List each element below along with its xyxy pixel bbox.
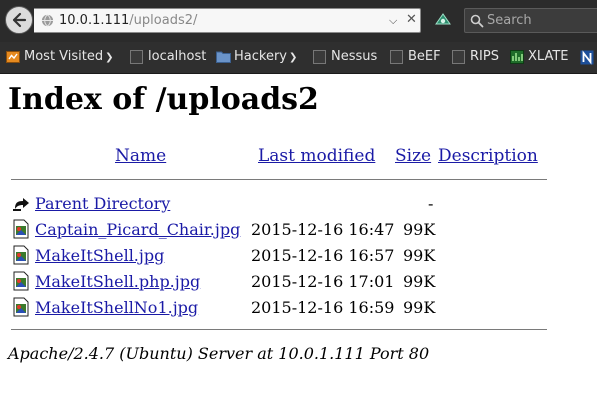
folder-icon bbox=[216, 51, 231, 63]
most-visited-icon bbox=[6, 51, 20, 63]
back-folder-icon bbox=[13, 198, 29, 211]
browser-toolbar: 10.0.1.111/uploads2/ ⌵ ✕ bbox=[0, 0, 597, 42]
file-link[interactable]: Captain_Picard_Chair.jpg bbox=[35, 220, 240, 239]
back-arrow-icon bbox=[12, 12, 27, 28]
url-history-dropdown-icon[interactable]: ⌵ bbox=[389, 14, 397, 28]
clear-url-icon[interactable]: ✕ bbox=[406, 12, 417, 27]
image-file-icon bbox=[13, 219, 29, 239]
file-size: 99K bbox=[403, 220, 436, 239]
url-text[interactable]: 10.0.1.111/uploads2/ bbox=[59, 13, 197, 28]
file-link[interactable]: MakeItShell.jpg bbox=[35, 246, 164, 265]
back-button[interactable] bbox=[5, 6, 33, 34]
image-file-icon bbox=[13, 245, 29, 265]
globe-icon bbox=[41, 14, 54, 27]
parent-size: - bbox=[428, 194, 434, 213]
bookmark-label: Most Visited bbox=[24, 49, 104, 64]
page-icon bbox=[313, 50, 326, 64]
file-size: 99K bbox=[403, 246, 436, 265]
page-icon bbox=[452, 50, 465, 64]
overflow-bookmark-icon[interactable] bbox=[580, 50, 594, 65]
file-size: 99K bbox=[403, 298, 436, 317]
sort-by-last-modified-link[interactable]: Last modified bbox=[258, 146, 375, 166]
file-link[interactable]: MakeItShellNo1.jpg bbox=[35, 298, 198, 317]
search-icon bbox=[470, 14, 484, 28]
chevron-down-icon: ❯ bbox=[105, 52, 114, 63]
chevron-down-icon: ❯ bbox=[289, 52, 298, 63]
bookmarks-toolbar: Most Visited ❯ localhost Hackery ❯ Nessus … bbox=[0, 42, 597, 74]
bookmark-label: Hackery bbox=[234, 49, 287, 64]
file-modified: 2015-12-16 16:57 bbox=[251, 246, 395, 265]
footer-divider bbox=[11, 329, 547, 330]
page-icon bbox=[130, 50, 143, 64]
sort-by-description-link[interactable]: Description bbox=[438, 146, 538, 166]
xlate-icon bbox=[510, 50, 524, 64]
bookmark-label: localhost bbox=[148, 49, 207, 64]
page-content: Index of /uploads2 Name Last modified Si… bbox=[0, 74, 597, 413]
search-box[interactable] bbox=[464, 8, 597, 33]
bookmark-label: BeEF bbox=[408, 49, 441, 64]
sort-by-name-link[interactable]: Name bbox=[115, 146, 166, 166]
url-host: 10.0.1.111 bbox=[59, 13, 130, 28]
bookmark-label: RIPS bbox=[470, 49, 499, 64]
search-input[interactable] bbox=[487, 12, 597, 29]
sort-by-size-link[interactable]: Size bbox=[395, 146, 431, 166]
extension-icon[interactable] bbox=[433, 10, 453, 30]
image-file-icon bbox=[13, 297, 29, 317]
file-modified: 2015-12-16 16:59 bbox=[251, 298, 395, 317]
file-modified: 2015-12-16 16:47 bbox=[251, 220, 395, 239]
file-modified: 2015-12-16 17:01 bbox=[251, 272, 395, 291]
bookmark-label: XLATE bbox=[528, 49, 569, 64]
header-divider bbox=[11, 179, 547, 180]
page-icon bbox=[390, 50, 403, 64]
file-size: 99K bbox=[403, 272, 436, 291]
url-path: /uploads2/ bbox=[129, 13, 198, 28]
file-link[interactable]: MakeItShell.php.jpg bbox=[35, 272, 200, 291]
bookmark-label: Nessus bbox=[331, 49, 378, 64]
image-file-icon bbox=[13, 271, 29, 291]
address-bar[interactable]: 10.0.1.111/uploads2/ ⌵ ✕ bbox=[34, 8, 421, 33]
parent-directory-link[interactable]: Parent Directory bbox=[35, 194, 170, 213]
server-signature: Apache/2.4.7 (Ubuntu) Server at 10.0.1.1… bbox=[8, 344, 430, 363]
